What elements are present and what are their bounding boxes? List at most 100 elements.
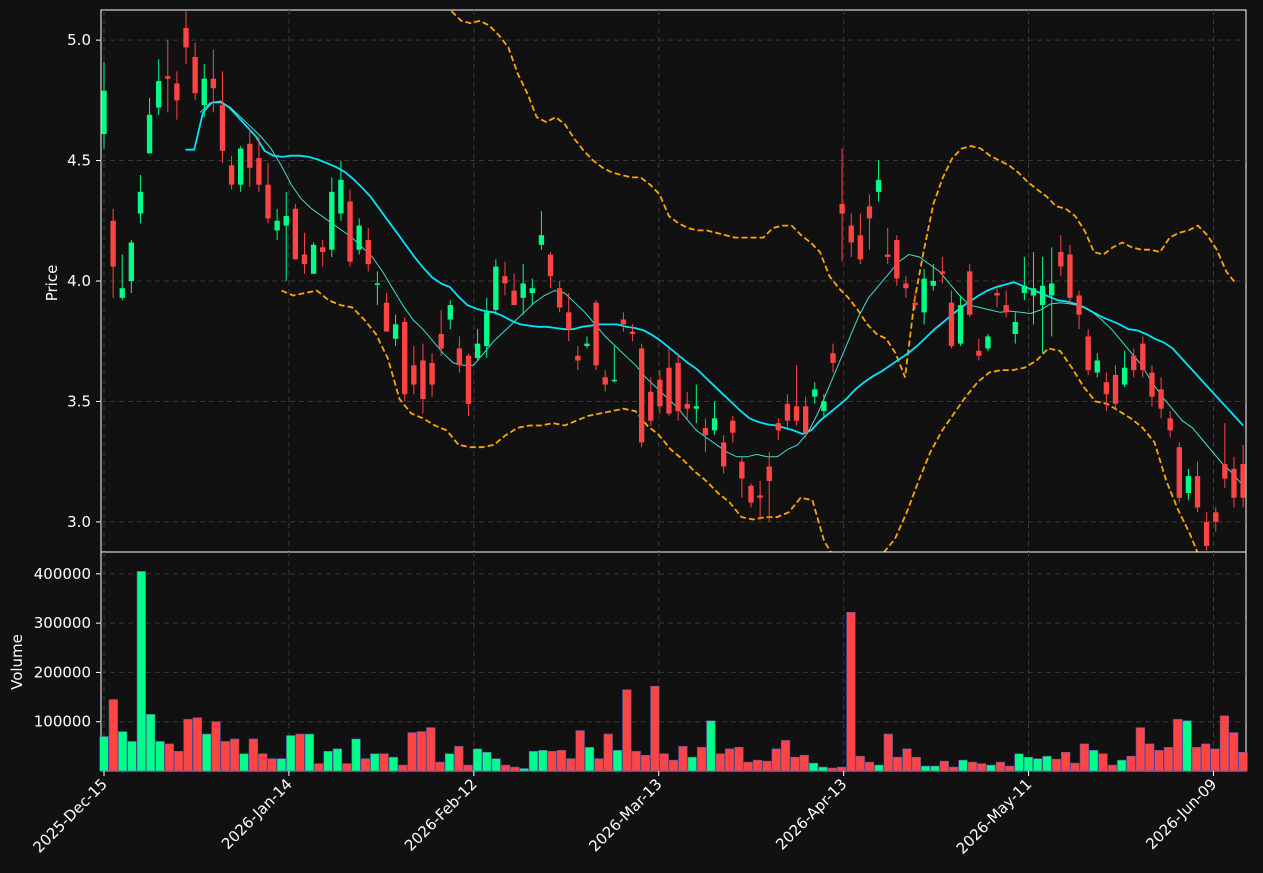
candle-body-down — [1103, 382, 1110, 395]
volume-bar — [136, 571, 146, 772]
candle-body-up — [985, 336, 991, 349]
candle-body-down — [976, 350, 982, 356]
volume-bar — [510, 766, 520, 772]
volume-bar — [790, 756, 800, 772]
volume-bar — [174, 750, 184, 772]
volume-bar — [258, 753, 268, 772]
volume-bar — [1201, 743, 1211, 772]
volume-bar — [127, 741, 137, 772]
volume-bar — [1145, 743, 1155, 772]
candle-body-up — [538, 235, 545, 245]
candle-body-down — [720, 442, 727, 467]
candle-body-down — [110, 220, 116, 267]
candle-body-down — [702, 427, 709, 436]
volume-bar — [556, 749, 567, 772]
volume-tick-label: 400000 — [34, 565, 91, 583]
volume-bar — [519, 768, 529, 772]
candle-body-down — [301, 254, 308, 265]
volume-bar — [837, 766, 847, 772]
volume-bar — [454, 746, 464, 772]
volume-bar — [444, 753, 455, 772]
candle-body-down — [1131, 355, 1137, 371]
volume-bar — [1154, 749, 1164, 772]
candle-body-down — [502, 276, 508, 284]
volume-bar — [155, 741, 165, 772]
candle-body-up — [128, 242, 135, 281]
volume-bar — [986, 764, 996, 772]
candle-body-down — [465, 355, 472, 404]
candle-body-down — [730, 420, 736, 433]
volume-bar — [921, 765, 931, 772]
candle-body-down — [347, 201, 353, 262]
volume-bar — [482, 751, 492, 772]
price-axis-label: Price — [43, 265, 61, 302]
candle-body-down — [620, 319, 627, 325]
candle-body-down — [1076, 295, 1082, 315]
price-tick-label: 3.0 — [67, 513, 91, 531]
candle-body-up — [529, 288, 535, 294]
candle-body-up — [930, 281, 936, 286]
volume-bar — [930, 765, 940, 772]
price-tick-label: 4.5 — [67, 152, 91, 170]
candle-body-up — [238, 148, 244, 185]
candle-body-down — [666, 367, 672, 414]
candle-body-down — [174, 83, 180, 101]
candle-body-down — [228, 165, 235, 185]
volume-bar — [678, 746, 688, 772]
volume-bar — [1051, 758, 1061, 772]
volume-bar — [640, 754, 651, 772]
volume-bar — [1070, 762, 1080, 772]
candle-body-up — [957, 305, 964, 344]
volume-bar — [724, 748, 735, 772]
volume-bar — [332, 748, 343, 772]
candle-body-up — [693, 406, 699, 409]
volume-bar — [687, 756, 697, 772]
candle-body-up — [274, 220, 280, 231]
candle-body-down — [629, 331, 636, 334]
candle-body-up — [283, 215, 289, 226]
volume-panel: 100000 200000 300000 400000 — [34, 551, 1248, 772]
volume-bar — [584, 747, 595, 772]
candle-body-down — [456, 348, 463, 366]
candle-body-down — [210, 78, 217, 89]
volume-bar — [566, 758, 576, 772]
candle-body-down — [839, 203, 845, 214]
volume-bar — [1098, 753, 1108, 772]
volume-bar — [883, 733, 893, 772]
candle-body-down — [739, 461, 745, 479]
x-tick-label: 2026-Jun-09 — [1142, 775, 1220, 853]
candle-body-down — [1149, 372, 1155, 397]
volume-bar — [463, 764, 473, 772]
candle-body-down — [1003, 305, 1009, 313]
volume-bar — [1061, 751, 1071, 772]
volume-bar — [239, 753, 249, 772]
price-tick-label: 3.5 — [67, 392, 91, 410]
volume-bar — [1210, 748, 1220, 772]
candle-body-down — [803, 406, 809, 433]
candle-body-up — [1021, 285, 1028, 294]
candle-body-down — [593, 302, 599, 366]
volume-bar — [622, 689, 632, 772]
volume-bar — [276, 758, 286, 772]
x-tick-label: 2026-Feb-12 — [401, 775, 481, 855]
volume-bar — [1005, 765, 1015, 772]
candle-body-down — [1167, 418, 1173, 431]
candle-body-down — [830, 353, 836, 363]
volume-bar — [631, 750, 641, 772]
volume-bar — [1117, 759, 1127, 772]
candle-body-down — [438, 333, 444, 349]
candle-body-down — [219, 105, 226, 151]
volume-tick-label: 300000 — [34, 614, 91, 632]
candle-body-down — [1112, 374, 1119, 404]
candle-body-up — [310, 244, 317, 274]
volume-bar — [304, 733, 315, 772]
candlestick-chart: 3.0 3.5 4.0 4.5 5.0 100000 200000 300000 400000… — [8, 9, 1248, 858]
volume-bar — [902, 748, 912, 772]
volume-bar — [865, 761, 875, 772]
volume-bar — [472, 748, 483, 772]
candle-body-down — [657, 379, 663, 407]
candle-body-up — [447, 305, 453, 320]
price-tick-label: 5.0 — [67, 31, 91, 49]
volume-bar — [295, 733, 305, 772]
volume-bar — [426, 727, 436, 772]
